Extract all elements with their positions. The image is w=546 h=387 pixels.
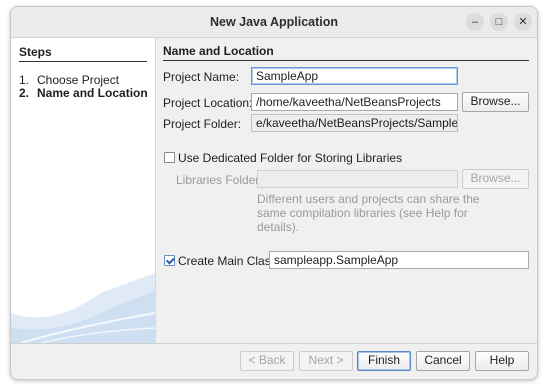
libraries-help-line-2: same compilation libraries (see Help for <box>257 206 468 220</box>
create-main-class-checkbox[interactable] <box>164 255 175 266</box>
libraries-folder-field <box>257 170 458 188</box>
minimize-icon[interactable]: – <box>466 13 484 31</box>
title-bar: New Java Application – □ ✕ <box>11 7 537 38</box>
close-icon[interactable]: ✕ <box>514 13 532 31</box>
browse-libraries-button: Browse... <box>462 169 529 189</box>
next-button: Next > <box>299 351 353 371</box>
project-location-label: Project Location: <box>163 96 253 110</box>
step-number: 1. <box>19 73 30 87</box>
finish-button[interactable]: Finish <box>357 351 411 371</box>
steps-pane: Steps 1. Choose Project 2. Name and Locati… <box>11 38 156 343</box>
project-folder-label: Project Folder: <box>163 117 242 131</box>
project-name-field[interactable]: SampleApp <box>251 67 458 85</box>
step-name-and-location: 2. Name and Location <box>19 86 148 100</box>
dialog-window: New Java Application – □ ✕ Steps 1. Choos… <box>10 6 538 380</box>
dedicated-folder-checkbox[interactable] <box>164 152 175 163</box>
dedicated-folder-label[interactable]: Use Dedicated Folder for Storing Librari… <box>178 151 402 165</box>
libraries-help-line-1: Different users and projects can share t… <box>257 192 480 206</box>
back-button: < Back <box>240 351 294 371</box>
button-bar: < Back Next > Finish Cancel Help <box>11 343 537 379</box>
step-number: 2. <box>19 86 30 100</box>
libraries-folder-label: Libraries Folder: <box>176 173 263 187</box>
step-choose-project: 1. Choose Project <box>19 73 119 87</box>
steps-heading: Steps <box>19 45 52 59</box>
steps-divider <box>19 61 147 62</box>
step-label: Name and Location <box>37 86 148 100</box>
project-location-field[interactable]: /home/kaveetha/NetBeansProjects <box>251 93 458 111</box>
libraries-help-line-3: details). <box>257 220 300 234</box>
step-label: Choose Project <box>37 73 120 87</box>
wizard-decoration-graphic <box>11 273 155 343</box>
panel-heading: Name and Location <box>163 44 274 58</box>
cancel-button[interactable]: Cancel <box>416 351 470 371</box>
create-main-class-label[interactable]: Create Main Class <box>178 254 277 268</box>
project-name-label: Project Name: <box>163 70 240 84</box>
help-button[interactable]: Help <box>475 351 529 371</box>
main-class-field[interactable]: sampleapp.SampleApp <box>269 251 529 269</box>
project-folder-field: e/kaveetha/NetBeansProjects/SampleApp <box>251 114 458 132</box>
maximize-icon[interactable]: □ <box>490 13 508 31</box>
panel-divider <box>163 60 529 61</box>
browse-location-button[interactable]: Browse... <box>462 92 529 112</box>
window-title: New Java Application <box>209 15 339 29</box>
